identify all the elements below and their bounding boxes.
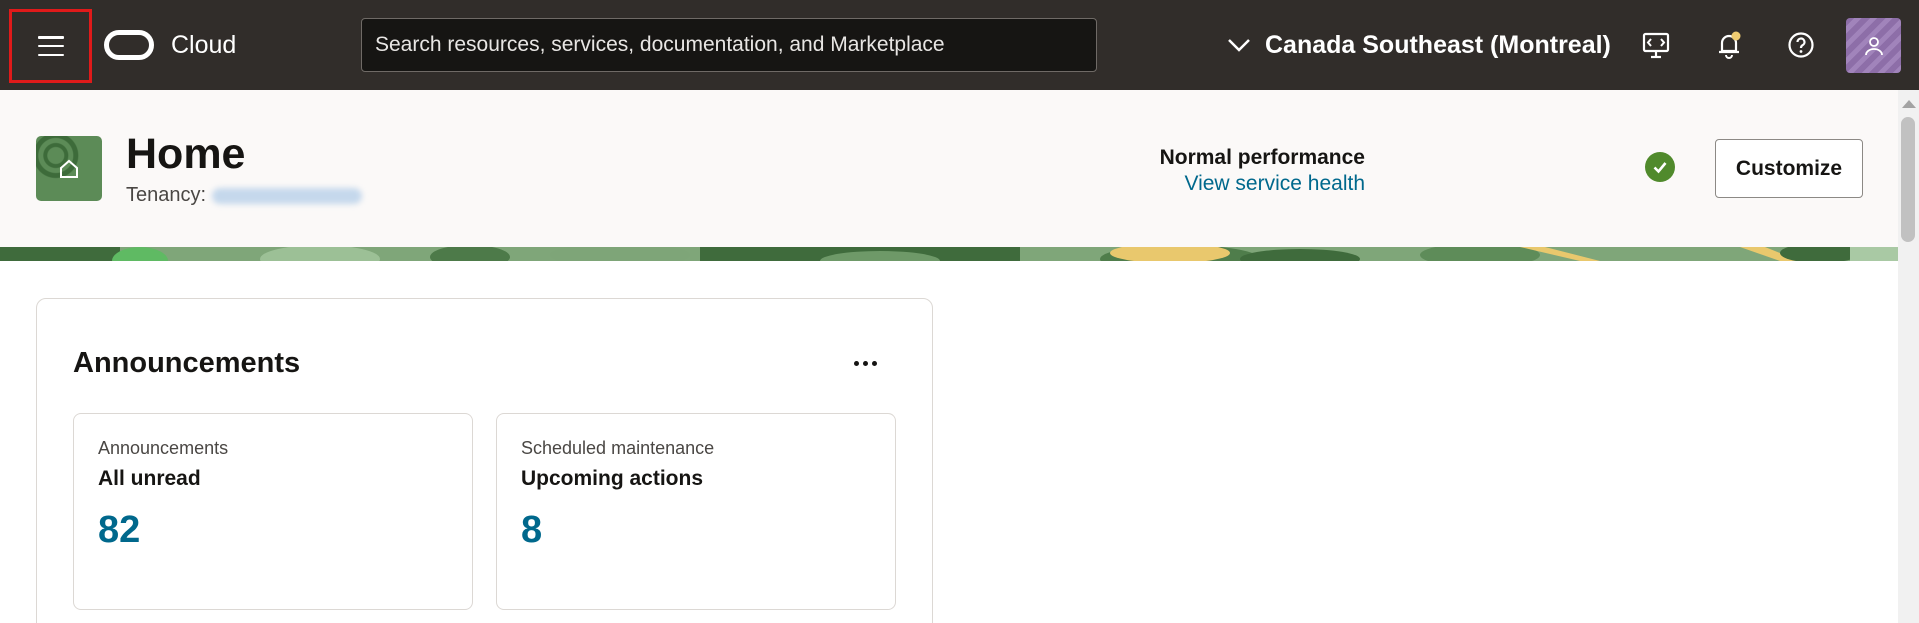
decorative-banner [0,247,1898,261]
hamburger-icon [37,36,64,56]
oracle-logo-icon[interactable] [104,30,154,60]
page-scrollbar[interactable] [1898,90,1919,623]
top-navigation-bar: Cloud Canada Southeast (Montreal) [0,0,1919,90]
tile-count[interactable]: 8 [521,509,871,552]
brand-name[interactable]: Cloud [171,31,236,60]
page-title: Home [126,130,246,178]
scroll-up-arrow-icon[interactable] [1902,100,1916,108]
tile-heading: All unread [98,467,201,490]
tenancy-name-redacted [212,187,363,204]
service-health-status: Normal performance View service health [1160,146,1365,196]
tile-subtitle: Scheduled maintenance [521,438,715,458]
user-profile-avatar[interactable] [1846,18,1901,73]
cloud-shell-button[interactable] [1638,27,1674,63]
chevron-down-icon [1228,39,1250,52]
help-button[interactable] [1783,27,1819,63]
check-circle-icon [1645,152,1675,182]
tile-subtitle: Announcements [98,438,229,458]
page-header: Home Tenancy: Normal performance View se… [0,90,1898,247]
more-actions-button[interactable] [845,349,885,377]
more-dots-icon [853,360,859,366]
tenancy-info: Tenancy: [126,184,363,207]
customize-button[interactable]: Customize [1715,139,1863,198]
help-icon [1788,32,1814,58]
region-label: Canada Southeast (Montreal) [1265,30,1611,59]
tenancy-label: Tenancy: [126,184,207,206]
announcements-card: Announcements Announcements All unread 8… [36,298,933,623]
navigation-menu-button[interactable] [9,9,92,83]
tile-count[interactable]: 82 [98,509,448,552]
home-page-icon [36,136,102,201]
scheduled-maintenance-tile[interactable]: Scheduled maintenance Upcoming actions 8 [496,413,896,610]
view-service-health-link[interactable]: View service health [1160,172,1365,196]
cloud-shell-icon [1642,32,1670,59]
home-icon [60,159,78,178]
notifications-button[interactable] [1711,27,1747,63]
bell-icon [1719,31,1741,59]
performance-status-label: Normal performance [1159,146,1365,169]
announcements-card-title: Announcements [73,347,301,379]
tile-heading: Upcoming actions [521,467,704,490]
announcements-unread-tile[interactable]: Announcements All unread 82 [73,413,473,610]
scrollbar-thumb[interactable] [1901,117,1915,242]
user-icon [1864,36,1883,55]
region-selector[interactable]: Canada Southeast (Montreal) [1227,28,1611,62]
search-input[interactable] [361,18,1097,72]
